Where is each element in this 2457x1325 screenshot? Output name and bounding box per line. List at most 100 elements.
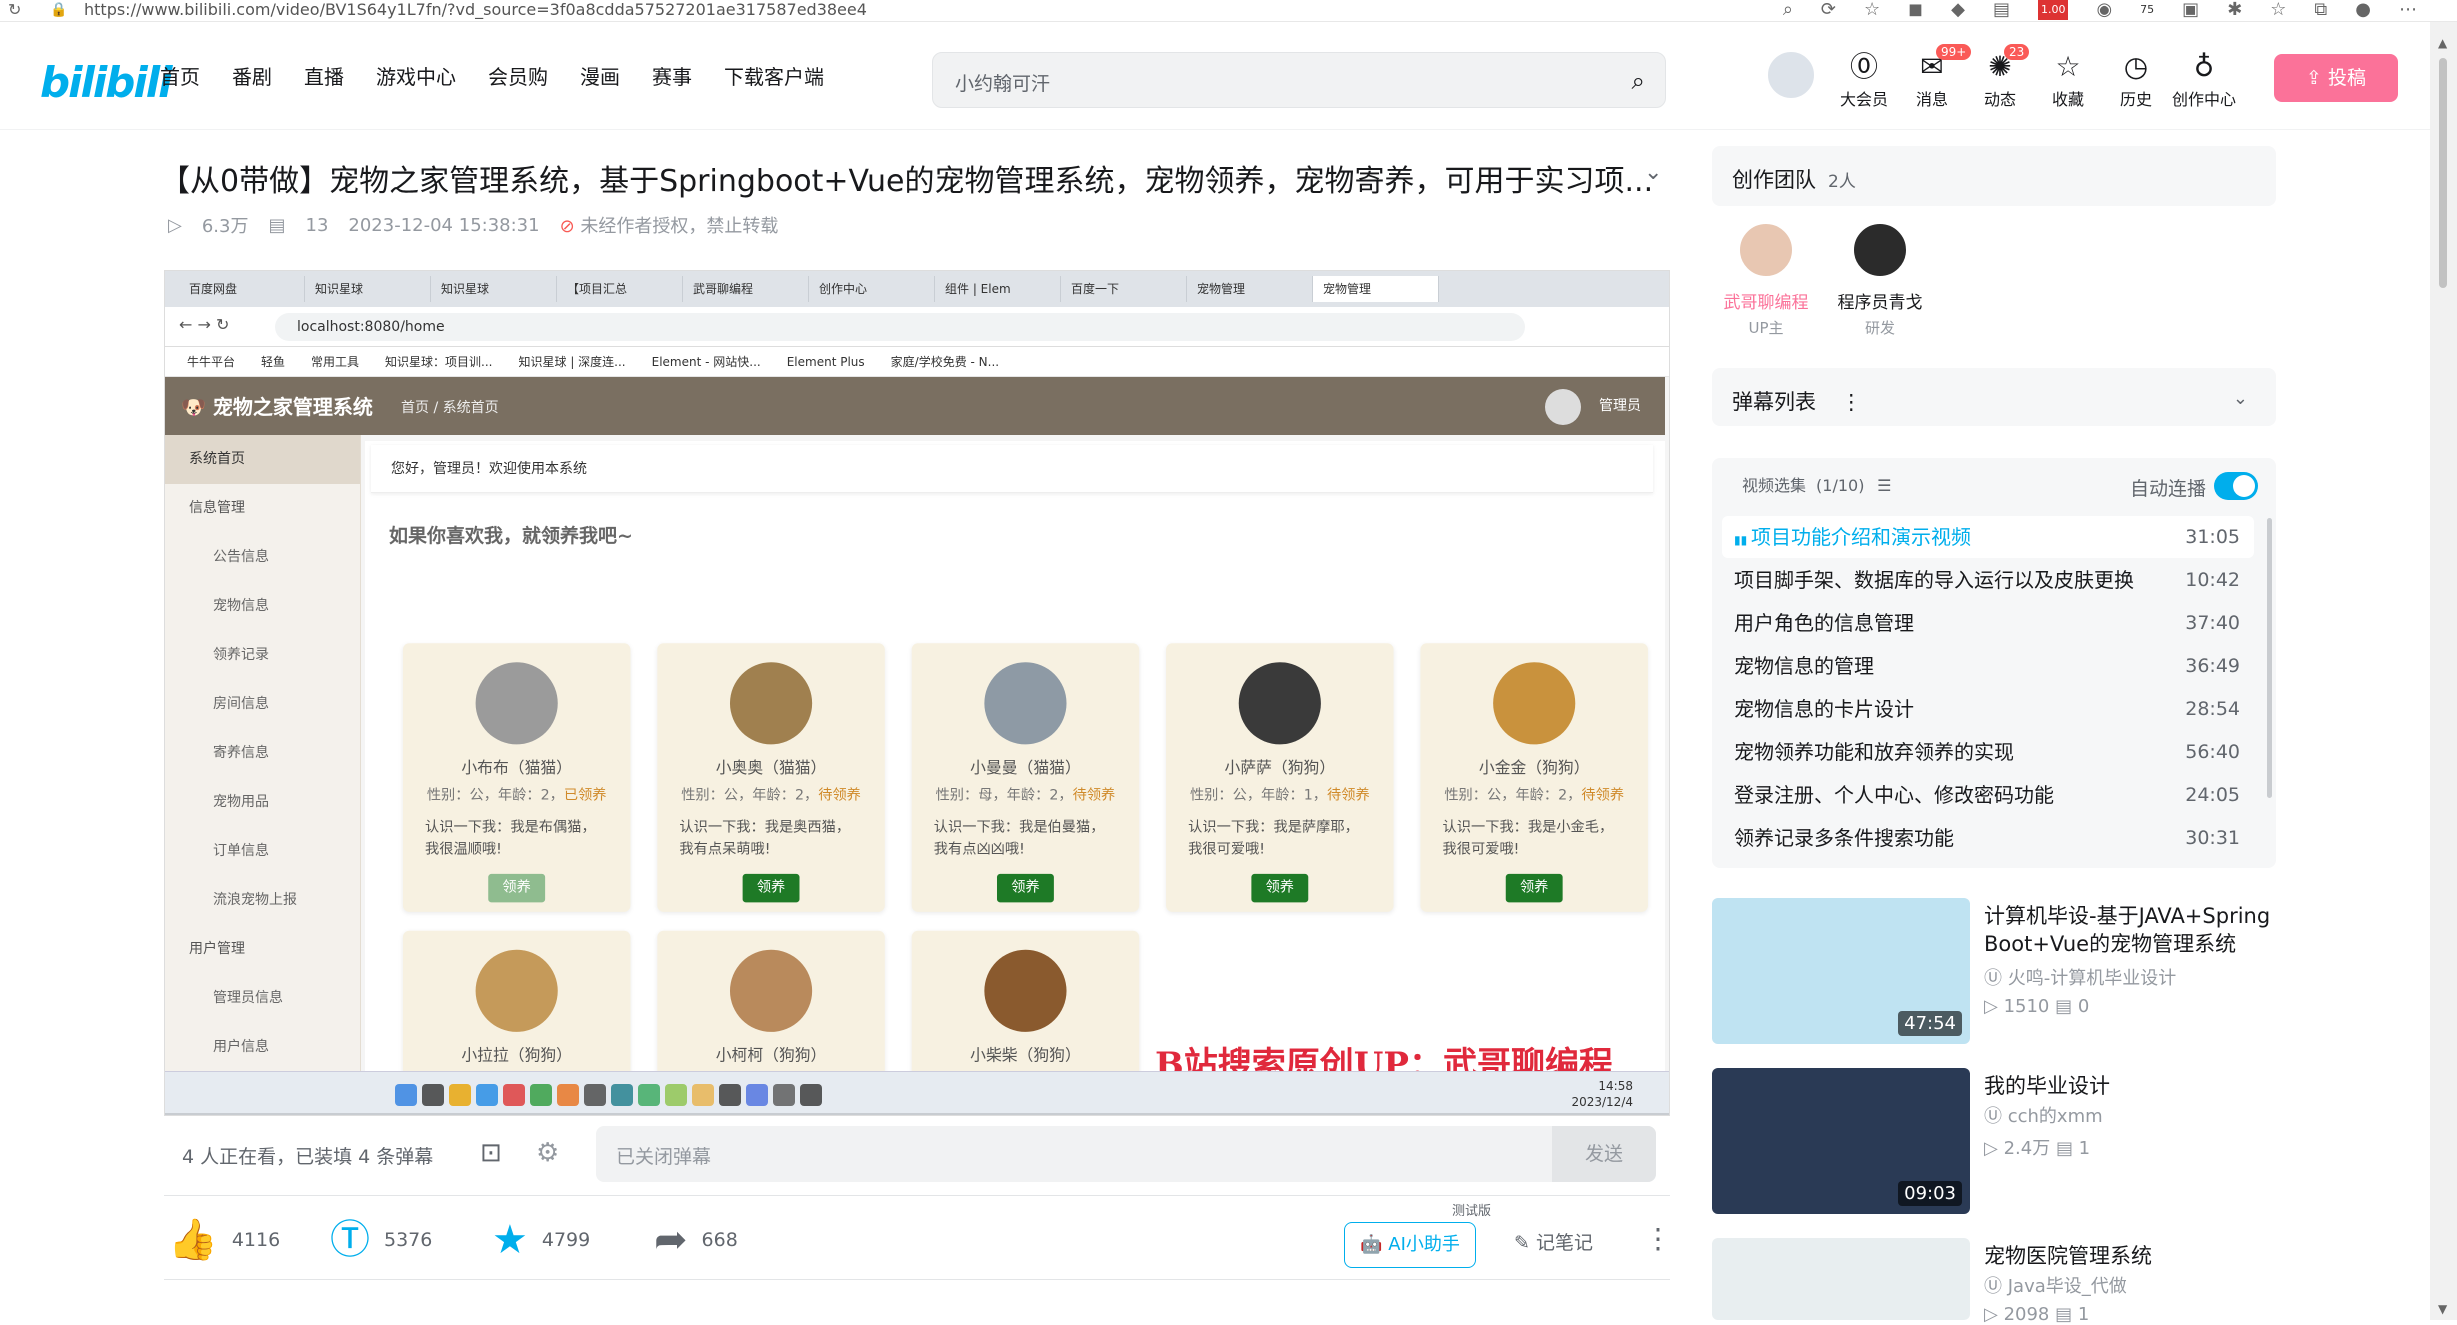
scroll-thumb[interactable]: [2439, 58, 2447, 288]
pet-photo: [984, 949, 1067, 1032]
nav-home[interactable]: 首页: [160, 62, 200, 92]
recommend-item[interactable]: 47:54 计算机毕设-基于JAVA+Spring Boot+Vue的宠物管理系统…: [1712, 898, 2276, 1048]
nav-game[interactable]: 游戏中心: [376, 62, 456, 92]
episode-duration: 30:31: [2185, 827, 2240, 849]
favorites-icon[interactable]: ☆: [2270, 0, 2286, 20]
translate-icon[interactable]: ⟳: [1821, 0, 1836, 20]
note-button[interactable]: ✎ 记笔记: [1514, 1228, 1593, 1255]
recommend-item[interactable]: 宠物医院管理系统 Ⓤ Java毕设_代做 ▷ 2098 ▤ 1: [1712, 1238, 2276, 1325]
coin-button[interactable]: Ⓣ 5376: [330, 1218, 432, 1262]
search-input[interactable]: 小约翰可汗: [955, 69, 1050, 96]
more-icon[interactable]: ⋮: [1644, 1222, 1672, 1255]
ai-assistant-button[interactable]: 🤖 AI小助手: [1344, 1222, 1476, 1268]
pet-name: 小柴柴（狗狗）: [970, 1047, 1081, 1066]
app-header: 🐶 宠物之家管理系统 首页 / 系统首页 管理员: [165, 377, 1665, 435]
adopt-button[interactable]: 领养: [742, 873, 800, 903]
puzzle-icon[interactable]: ✱: [2227, 0, 2242, 20]
taskbar-app-icon: [800, 1084, 822, 1106]
danmaku-list-toggle[interactable]: 弹幕列表 ⋮ ⌄: [1712, 368, 2276, 426]
danmaku-bar: 4 人正在看，已装填 4 条弹幕 ⊡ ⚙ 已关闭弹幕 发送: [164, 1116, 1670, 1196]
thumbnail-duration: 47:54: [1898, 1011, 1962, 1036]
pet-name: 小金金（狗狗）: [1478, 760, 1590, 778]
autoplay-toggle[interactable]: [2214, 472, 2258, 500]
nav-manga[interactable]: 漫画: [580, 62, 620, 92]
reload-icon[interactable]: ↻: [8, 0, 21, 20]
recommend-title[interactable]: 计算机毕设-基于JAVA+Spring Boot+Vue的宠物管理系统: [1984, 902, 2284, 958]
recommend-title[interactable]: 我的毕业设计: [1984, 1072, 2284, 1100]
adopt-button[interactable]: 领养: [1505, 873, 1563, 903]
nav-live[interactable]: 直播: [304, 62, 344, 92]
nav-match[interactable]: 赛事: [652, 62, 692, 92]
video-thumbnail[interactable]: 09:03: [1712, 1068, 1970, 1214]
chevron-down-icon[interactable]: ⌄: [1644, 160, 1662, 185]
app-side-item: 宠物信息: [213, 598, 269, 614]
episode-item[interactable]: 宠物领养功能和放弃领养的实现 56:40: [1722, 731, 2254, 773]
pet-gender-age: 性别：公，年龄：2，: [1444, 788, 1582, 805]
adopt-button[interactable]: 领养: [997, 873, 1054, 903]
pet-desc: 认识一下我：我是小金毛，我很可爱哦!: [1442, 820, 1614, 859]
collections-icon[interactable]: ⧉: [2314, 0, 2327, 20]
scroll-up-icon[interactable]: ▲: [2438, 36, 2447, 50]
danmaku-settings-icon[interactable]: ⚙: [536, 1138, 559, 1168]
header-message[interactable]: ✉ 99+ 消息: [1898, 44, 1972, 110]
recommend-item[interactable]: 09:03 我的毕业设计 Ⓤ cch的xmm ▷ 2.4万 ▤ 1: [1712, 1068, 2276, 1218]
pet-desc: 认识一下我：我是萨摩耶，我很可爱哦!: [1188, 820, 1359, 859]
episode-item[interactable]: 宠物信息的卡片设计 28:54: [1722, 688, 2254, 730]
star-icon[interactable]: ☆: [1864, 0, 1880, 20]
search-box[interactable]: 小约翰可汗 ⌕: [932, 52, 1666, 108]
zoom-icon[interactable]: ⌕: [1783, 0, 1793, 20]
user-avatar[interactable]: [1766, 50, 1816, 100]
extension-badge[interactable]: 75: [2140, 0, 2154, 20]
danmaku-input[interactable]: 已关闭弹幕 发送: [596, 1126, 1656, 1182]
taskbar-app-icon: [692, 1084, 714, 1106]
adopt-button[interactable]: 领养: [1251, 873, 1309, 903]
profile-icon[interactable]: ●: [2355, 0, 2371, 20]
extension-icon[interactable]: ◉: [2096, 0, 2112, 20]
bilibili-logo[interactable]: bilibili: [40, 58, 173, 107]
extension-icon[interactable]: ▤: [1993, 0, 2010, 20]
episode-item[interactable]: 领养记录多条件搜索功能 30:31: [1722, 817, 2254, 859]
nav-mall[interactable]: 会员购: [488, 62, 548, 92]
upload-button[interactable]: ⇪ 投稿: [2274, 54, 2398, 102]
extension-icon[interactable]: ▣: [2182, 0, 2199, 20]
recommend-up[interactable]: Ⓤ 火鸣-计算机毕业设计: [1984, 964, 2176, 990]
nav-anime[interactable]: 番剧: [232, 62, 272, 92]
video-thumbnail[interactable]: 47:54: [1712, 898, 1970, 1044]
header-favorite[interactable]: ☆ 收藏: [2034, 50, 2102, 110]
pet-photo: [984, 662, 1067, 745]
episode-item[interactable]: 宠物信息的管理 36:49: [1722, 645, 2254, 687]
episode-item[interactable]: 登录注册、个人中心、修改密码功能 24:05: [1722, 774, 2254, 816]
video-player[interactable]: 百度网盘 知识星球 知识星球 【项目汇总 武哥聊编程 创作中心 组件 | Elem 百度一下宠…: [164, 270, 1670, 1116]
scroll-down-icon[interactable]: ▼: [2438, 1302, 2447, 1316]
video-thumbnail[interactable]: [1712, 1238, 1970, 1320]
episode-item[interactable]: ▮▮ 项目功能介绍和演示视频 31:05: [1722, 516, 2254, 558]
nav-download[interactable]: 下载客户端: [724, 62, 824, 92]
episode-item[interactable]: 用户角色的信息管理 37:40: [1722, 602, 2254, 644]
browser-address-bar: ↻ 🔒 https://www.bilibili.com/video/BV1S6…: [0, 0, 2457, 22]
page-scrollbar[interactable]: ▲ ▼: [2430, 22, 2457, 1320]
episode-item[interactable]: 项目脚手架、数据库的导入运行以及皮肤更换 10:42: [1722, 559, 2254, 601]
header-creation[interactable]: ♁ 创作中心: [2170, 50, 2238, 110]
recommend-title[interactable]: 宠物医院管理系统: [1984, 1242, 2284, 1270]
like-button[interactable]: 👍 4116: [168, 1218, 280, 1262]
header-history[interactable]: ◷ 历史: [2102, 50, 2170, 110]
playlist-scrollbar[interactable]: [2267, 518, 2272, 798]
danmaku-toggle-icon[interactable]: ⊡: [480, 1138, 502, 1168]
extension-badge[interactable]: 1.00: [2037, 0, 2069, 20]
recommend-up[interactable]: Ⓤ Java毕设_代做: [1984, 1272, 2127, 1298]
send-button[interactable]: 发送: [1552, 1126, 1656, 1182]
share-button[interactable]: ➦ 668: [654, 1218, 738, 1262]
url-text[interactable]: https://www.bilibili.com/video/BV1S64y1L…: [84, 0, 867, 20]
team-member-dev[interactable]: 程序员青戈 研发: [1810, 222, 1950, 338]
search-icon[interactable]: ⌕: [1632, 67, 1645, 95]
menu-icon[interactable]: ⋯: [2399, 0, 2417, 20]
header-vip[interactable]: ⓪ 大会员: [1830, 50, 1898, 110]
extension-icon[interactable]: ◼: [1908, 0, 1923, 20]
video-tab: 知识星球: [431, 276, 557, 302]
video-bookmark: 知识星球 | 深度连...: [518, 355, 626, 369]
recommend-up[interactable]: Ⓤ cch的xmm: [1984, 1102, 2103, 1128]
extension-icon[interactable]: ◆: [1951, 0, 1965, 20]
playlist-title: 视频选集 (1/10) ☰: [1742, 476, 1892, 495]
header-dynamic[interactable]: ✺ 23 动态: [1966, 44, 2034, 110]
favorite-button[interactable]: ★ 4799: [492, 1218, 590, 1262]
